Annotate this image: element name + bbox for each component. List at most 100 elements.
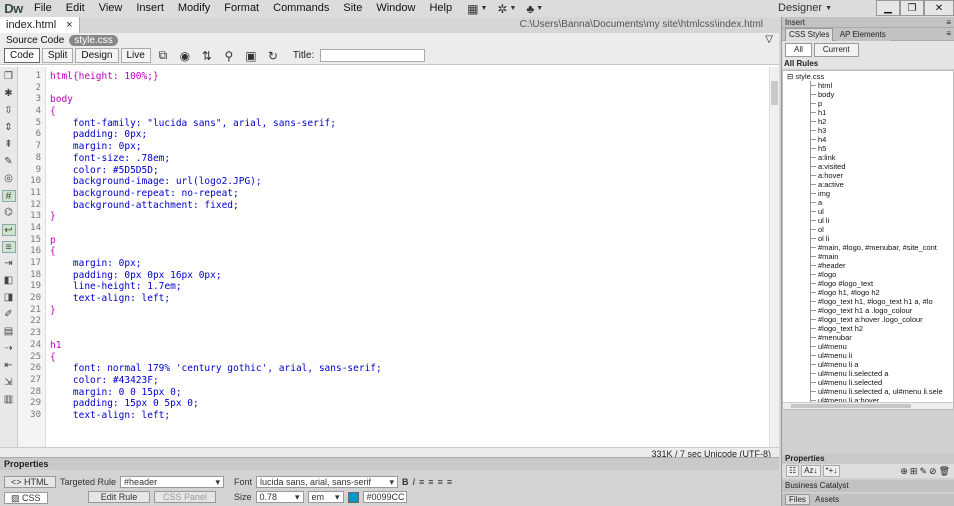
code-line[interactable]: padding: 15px 0 5px 0; <box>50 398 769 410</box>
css-rule-item[interactable]: #logo_text a:hover .logo_colour <box>818 315 923 324</box>
related-file-style-css[interactable]: style.css <box>69 34 118 46</box>
select-parent-tag-icon[interactable]: ✎ <box>2 156 16 168</box>
css-rule-item[interactable]: a:link <box>818 153 836 162</box>
css-rule-item[interactable]: h3 <box>818 126 826 135</box>
menu-help[interactable]: Help <box>422 0 459 17</box>
menu-insert[interactable]: Insert <box>129 0 171 17</box>
business-catalyst-panel-title[interactable]: Business Catalyst <box>782 480 954 492</box>
align-center-icon[interactable]: ≡ <box>428 477 433 487</box>
insert-panel-title[interactable]: Insert ≡ <box>782 17 954 28</box>
delete-icon[interactable]: 🗑 <box>939 466 952 476</box>
size-select[interactable]: 0.78 ▾ <box>255 491 304 503</box>
tab-assets[interactable]: Assets <box>812 495 842 504</box>
balance-braces-icon[interactable]: ◎ <box>2 173 16 185</box>
tab-ap-elements[interactable]: AP Elements <box>835 28 890 41</box>
color-swatch[interactable] <box>347 491 359 503</box>
css-rule-item[interactable]: ul#menu li.selected <box>818 378 882 387</box>
indent-code-icon[interactable]: ⇤ <box>2 360 16 372</box>
code-editor[interactable]: html{height: 100%;} body{ font-family: "l… <box>46 67 769 447</box>
code-line[interactable] <box>50 316 769 328</box>
menu-format[interactable]: Format <box>217 0 266 17</box>
targeted-rule-select[interactable]: #header ▾ <box>120 476 225 488</box>
code-line[interactable]: html{height: 100%;} <box>50 71 769 83</box>
file-management-icon[interactable]: ⇅ <box>197 49 217 63</box>
code-line[interactable]: line-height: 1.7em; <box>50 281 769 293</box>
css-rule-item[interactable]: #header <box>818 261 846 270</box>
wrap-tag-icon[interactable]: ✐ <box>2 309 16 321</box>
code-line[interactable]: padding: 0px; <box>50 129 769 141</box>
code-line[interactable]: text-align: left; <box>50 410 769 422</box>
current-button[interactable]: Current <box>813 42 859 57</box>
css-rule-item[interactable]: h1 <box>818 108 826 117</box>
html-mode-button[interactable]: <> HTML <box>4 476 56 488</box>
css-rule-item[interactable]: ul#menu li.selected a <box>818 369 888 378</box>
alpha-view-icon[interactable]: Az↓ <box>801 465 821 477</box>
css-rule-item[interactable]: ul#menu <box>818 342 847 351</box>
panel-menu-icon[interactable]: ≡ <box>946 28 951 40</box>
highlight-invalid-icon[interactable]: ⌬ <box>2 207 16 219</box>
browser-check-icon[interactable]: ⚲ <box>219 49 239 63</box>
code-line[interactable]: font: normal 179% 'century gothic', aria… <box>50 363 769 375</box>
css-mode-button[interactable]: ▨ CSS <box>4 492 48 504</box>
css-rule-item[interactable]: ul#menu li <box>818 351 852 360</box>
css-rule-item[interactable]: ul <box>818 207 824 216</box>
css-rule-item[interactable]: #logo_text h1, #logo_text h1 a, #lo <box>818 297 933 306</box>
code-line[interactable]: body <box>50 94 769 106</box>
tab-css-styles[interactable]: CSS Styles <box>785 28 834 41</box>
code-line[interactable]: { <box>50 246 769 258</box>
vertical-scrollbar[interactable] <box>769 67 779 447</box>
gear-icon[interactable]: ✲ ▼ <box>497 2 516 16</box>
recent-snippets-icon[interactable]: ▤ <box>2 326 16 338</box>
multiscreen-icon[interactable]: ⧉ <box>153 48 173 63</box>
italic-button[interactable]: I <box>413 477 416 487</box>
css-panel-button[interactable]: CSS Panel <box>154 491 216 503</box>
code-line[interactable]: margin: 0px; <box>50 258 769 270</box>
attach-style-icon[interactable]: ⊕ <box>900 466 910 476</box>
move-css-icon[interactable]: ⇢ <box>2 343 16 355</box>
syntax-coloring-icon[interactable]: ≡ <box>1 241 16 253</box>
remove-comment-icon[interactable]: ◨ <box>2 292 16 304</box>
menu-edit[interactable]: Edit <box>59 0 92 17</box>
refresh-icon[interactable]: ↻ <box>263 49 283 63</box>
css-rule-item[interactable]: h4 <box>818 135 826 144</box>
css-rule-item[interactable]: ol li <box>818 234 829 243</box>
code-line[interactable]: } <box>50 211 769 223</box>
menu-modify[interactable]: Modify <box>171 0 217 17</box>
code-line[interactable]: background-repeat: no-repeat; <box>50 188 769 200</box>
css-rule-item[interactable]: body <box>818 90 834 99</box>
tree-root[interactable]: ⊟ style.css <box>787 72 824 81</box>
css-rule-item[interactable]: #logo <box>818 270 836 279</box>
code-line[interactable] <box>50 223 769 235</box>
css-rule-item[interactable]: ol <box>818 225 824 234</box>
code-line[interactable]: background-image: url(logo2.JPG); <box>50 176 769 188</box>
show-code-navigator-icon[interactable]: ✱ <box>2 88 16 100</box>
maximize-button[interactable]: ❐ <box>900 0 924 16</box>
css-rule-item[interactable]: #logo_text h1 a .logo_colour <box>818 306 912 315</box>
split-view-button[interactable]: Split <box>41 48 74 63</box>
css-rules-tree[interactable]: ⊟ style.css html body p h1 h2 h3 h4 h5 a:link a:v… <box>782 70 954 410</box>
category-view-icon[interactable]: ☷ <box>786 465 800 477</box>
code-line[interactable]: p <box>50 235 769 247</box>
workspace-switcher[interactable]: Designer ▼ <box>778 0 832 17</box>
close-icon[interactable]: × <box>66 19 72 31</box>
visual-aids-icon[interactable]: ▣ <box>241 49 261 63</box>
source-code-link[interactable]: Source Code <box>6 35 64 46</box>
preview-icon[interactable]: ◉ <box>175 49 195 63</box>
css-rule-item[interactable]: a <box>818 198 822 207</box>
align-left-icon[interactable]: ≡ <box>419 477 424 487</box>
format-source-icon[interactable]: ▥ <box>2 394 16 406</box>
code-line[interactable]: font-size: .78em; <box>50 153 769 165</box>
close-button[interactable]: ✕ <box>924 0 954 16</box>
code-line[interactable]: color: #43423F; <box>50 375 769 387</box>
tab-index-html[interactable]: index.html × <box>0 17 80 33</box>
code-line[interactable]: { <box>50 352 769 364</box>
code-line[interactable] <box>50 328 769 340</box>
menu-view[interactable]: View <box>92 0 130 17</box>
code-line[interactable]: padding: 0px 0px 16px 0px; <box>50 270 769 282</box>
align-right-icon[interactable]: ≡ <box>438 477 443 487</box>
code-line[interactable]: h1 <box>50 340 769 352</box>
menu-commands[interactable]: Commands <box>266 0 336 17</box>
all-button[interactable]: All <box>785 42 812 57</box>
word-wrap-icon[interactable]: ↩ <box>1 224 16 236</box>
code-line[interactable]: background-attachment: fixed; <box>50 200 769 212</box>
